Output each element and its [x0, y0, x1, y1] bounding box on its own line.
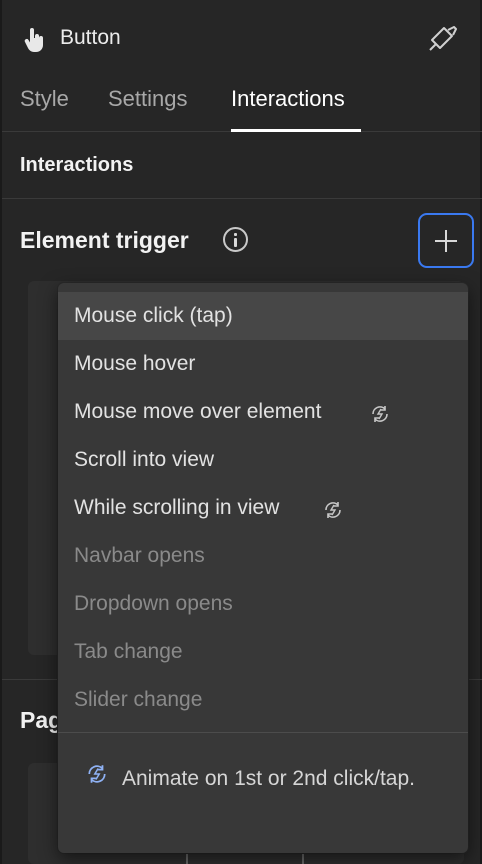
page-trigger-title: Pag — [20, 707, 63, 733]
info-icon[interactable] — [223, 227, 248, 252]
trigger-type-dropdown: Mouse click (tap) Mouse hover Mouse move… — [58, 283, 468, 853]
plus-icon-vertical — [445, 230, 447, 252]
section-title: Interactions — [20, 154, 134, 176]
tab-settings[interactable]: Settings — [108, 86, 188, 112]
active-tab-indicator — [231, 129, 361, 132]
menu-item-while-scrolling[interactable]: While scrolling in view — [58, 484, 468, 532]
menu-item-label: Tab change — [74, 640, 183, 663]
menu-item-slider-change: Slider change — [58, 676, 468, 724]
menu-item-scroll-into-view[interactable]: Scroll into view — [58, 436, 468, 484]
menu-item-label: Scroll into view — [74, 448, 215, 471]
info-icon-dot — [234, 233, 237, 236]
menu-item-label: Slider change — [74, 688, 203, 711]
tab-style[interactable]: Style — [20, 86, 69, 112]
hand-pointer-icon — [24, 28, 43, 52]
ix2-refresh-icon — [372, 406, 388, 422]
element-trigger-title: Element trigger — [20, 227, 189, 253]
ix2-refresh-icon — [325, 502, 341, 518]
panel-header: Button — [2, 0, 482, 80]
panel-tabs: Style Settings Interactions — [2, 80, 482, 132]
menu-item-label: While scrolling in view — [74, 496, 280, 519]
menu-item-dropdown-opens: Dropdown opens — [58, 580, 468, 628]
trigger-hint-text: Animate on 1st or 2nd click/tap. — [122, 767, 415, 790]
menu-item-label: Navbar opens — [74, 544, 205, 567]
menu-item-label: Mouse move over element — [74, 400, 322, 423]
add-trigger-button[interactable] — [418, 213, 474, 268]
menu-item-mouse-move[interactable]: Mouse move over element — [58, 388, 468, 436]
info-icon-bar — [234, 238, 237, 247]
menu-item-label: Mouse click (tap) — [74, 304, 233, 327]
settings-panel: Button Style Settings Interactions Inter… — [0, 0, 482, 864]
paint-brush-icon[interactable] — [428, 26, 460, 54]
ix2-refresh-icon — [88, 765, 106, 783]
menu-item-mouse-hover[interactable]: Mouse hover — [58, 340, 468, 388]
menu-item-mouse-click[interactable]: Mouse click (tap) — [58, 292, 468, 340]
menu-item-label: Dropdown opens — [74, 592, 233, 615]
interactions-section-header: Interactions — [2, 133, 482, 199]
tab-interactions[interactable]: Interactions — [231, 86, 345, 112]
dropdown-divider — [58, 732, 468, 733]
element-type-title: Button — [60, 26, 121, 49]
menu-item-label: Mouse hover — [74, 352, 196, 375]
menu-item-navbar-opens: Navbar opens — [58, 532, 468, 580]
menu-item-tab-change: Tab change — [58, 628, 468, 676]
